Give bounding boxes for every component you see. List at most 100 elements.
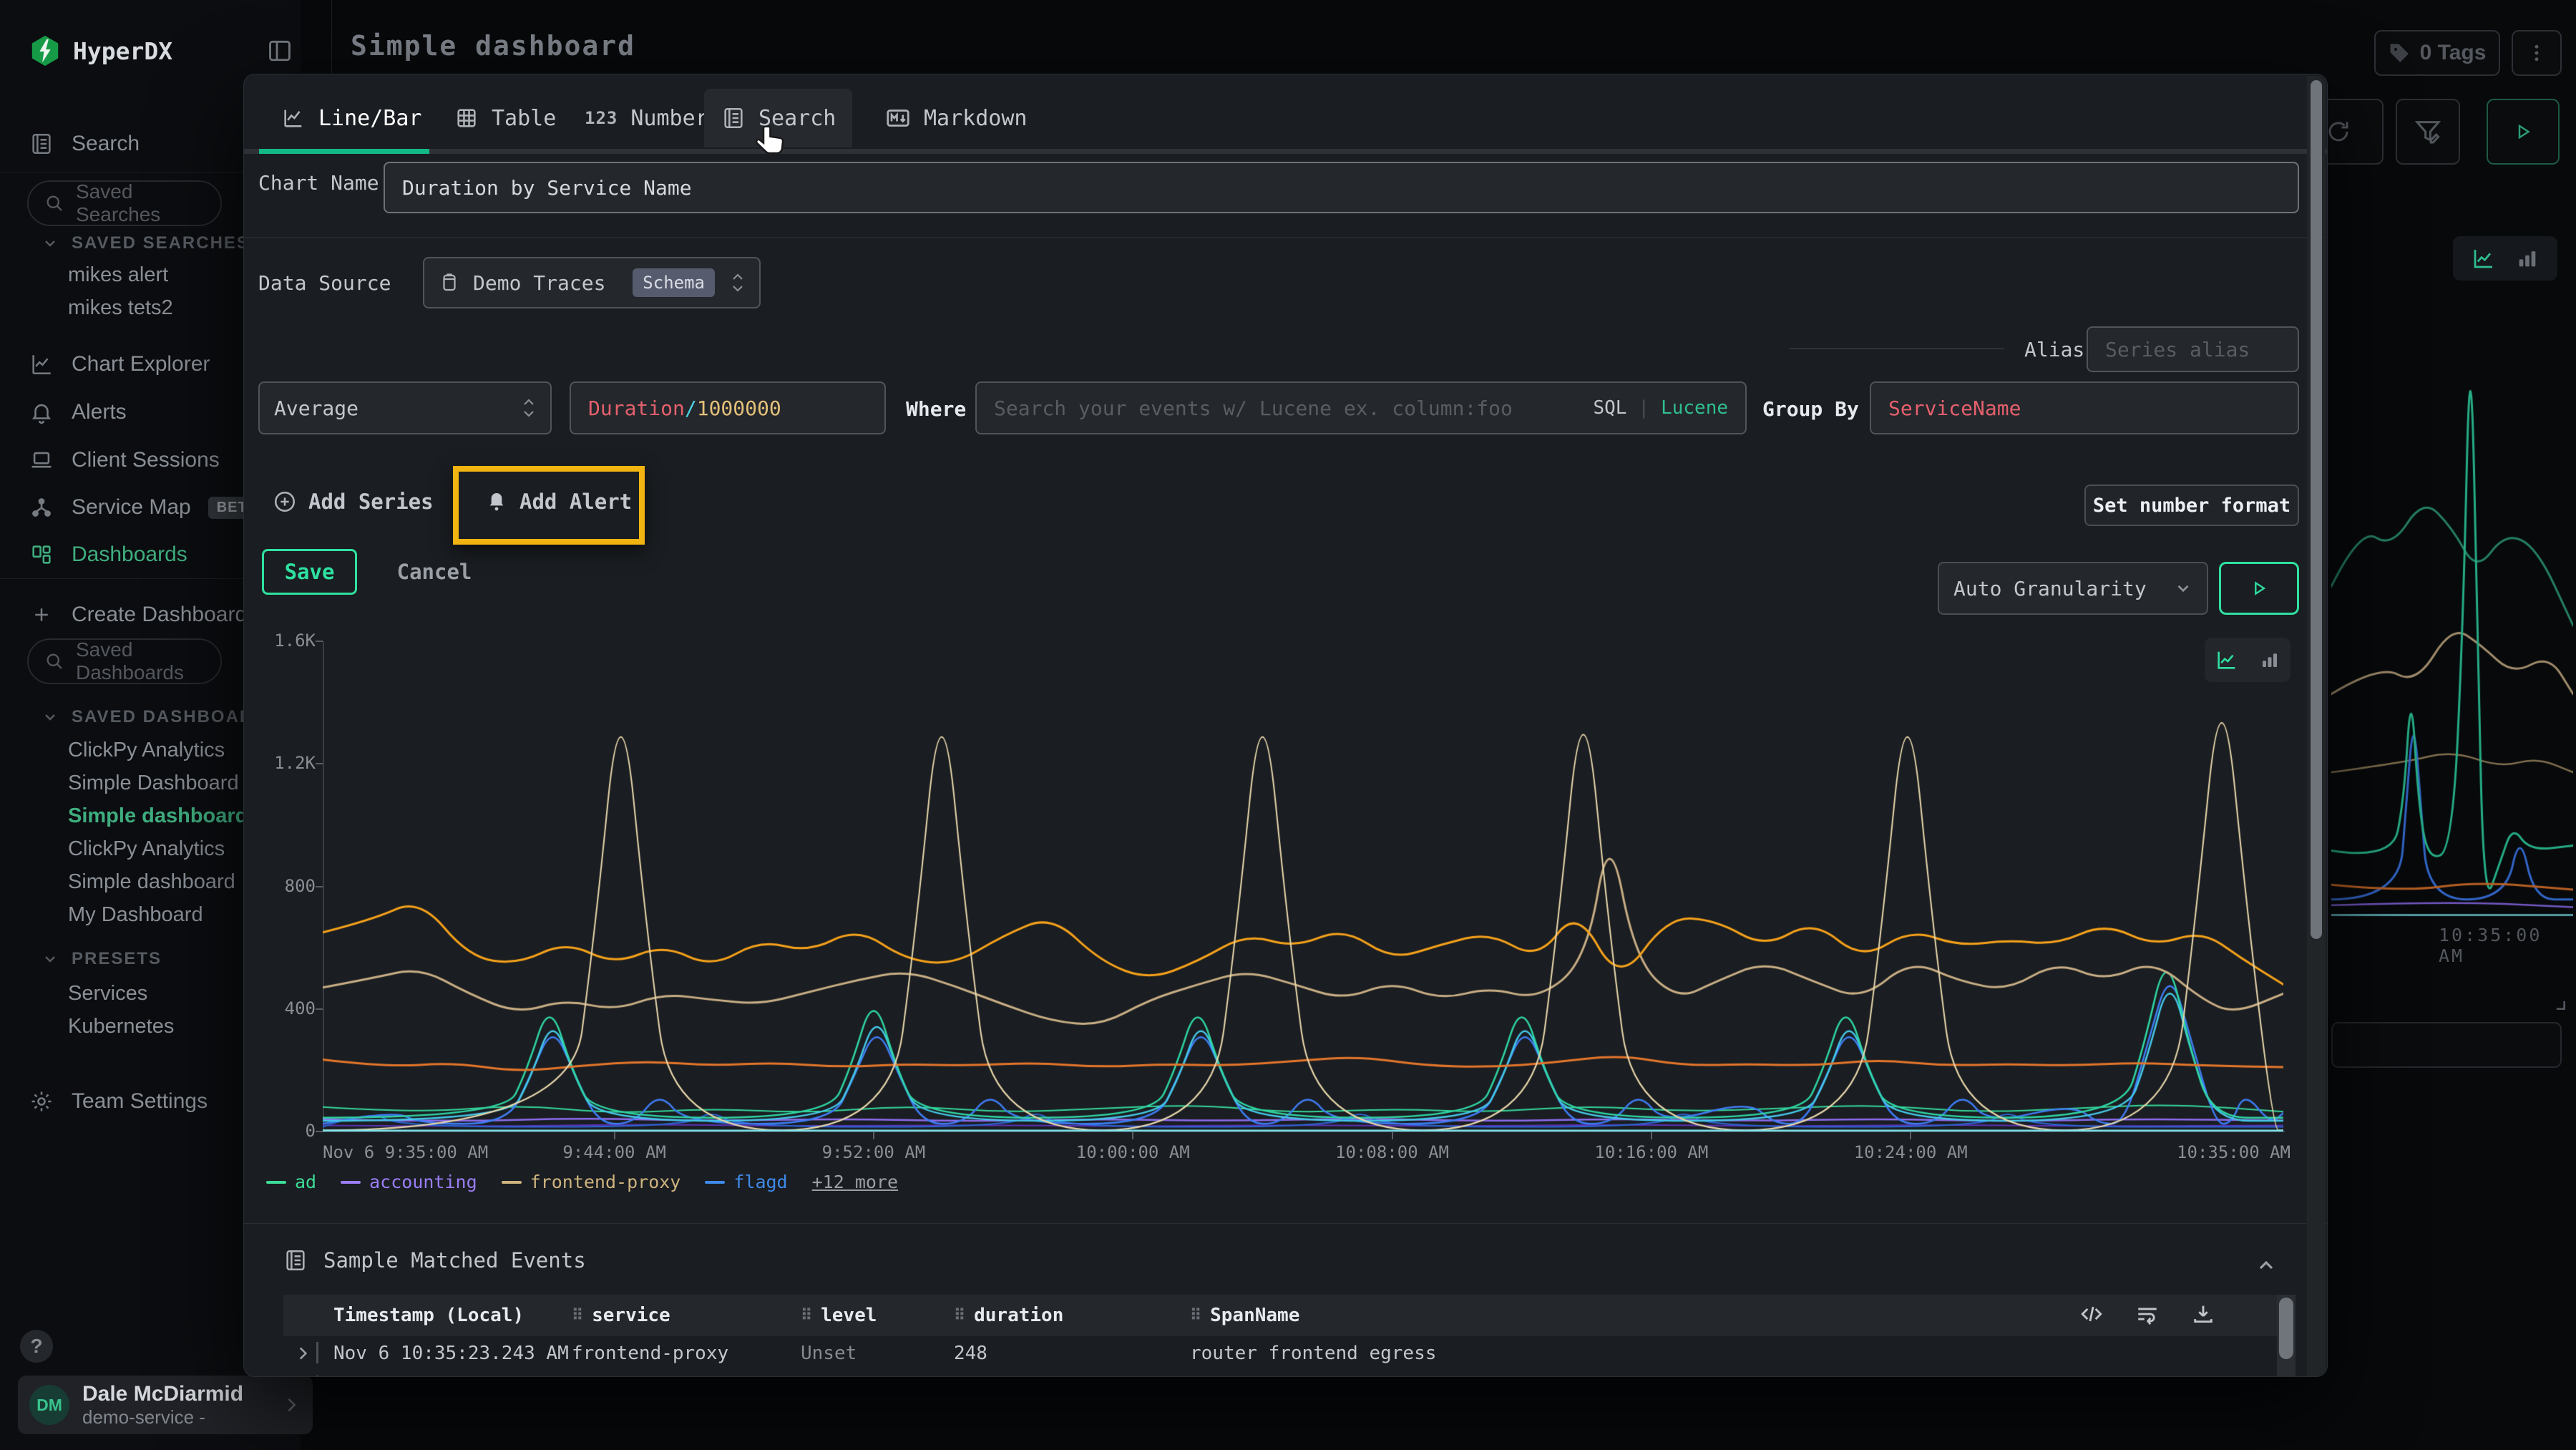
run-preview-button[interactable] (2219, 562, 2299, 615)
sql-mode-toggle[interactable]: SQL (1593, 397, 1626, 419)
saved-dashboard-item[interactable]: My Dashboard (68, 903, 203, 927)
presets-section[interactable]: PRESETS (42, 949, 162, 969)
saved-dashboard-item-active[interactable]: Simple dashboard (68, 804, 248, 828)
tab-number[interactable]: 123 Number (567, 89, 726, 147)
help-button[interactable]: ? (20, 1330, 53, 1363)
filter-edit-button[interactable] (2396, 99, 2460, 165)
modal-divider (244, 237, 2328, 238)
x-tick-label: 9:52:00 AM (822, 1142, 926, 1162)
hyperdx-logo-icon (29, 34, 62, 67)
background-search-input[interactable] (2331, 1022, 2562, 1068)
laptop-icon (29, 448, 54, 472)
cell-duration: 248 (954, 1343, 987, 1364)
saved-dashboard-item[interactable]: ClickPy Analytics (68, 739, 225, 762)
expand-row-icon[interactable] (293, 1344, 312, 1363)
table-scrollbar-thumb[interactable] (2279, 1298, 2293, 1359)
drag-handle-icon[interactable]: ⠿ (801, 1307, 812, 1325)
data-source-select[interactable]: Demo Traces Schema (423, 257, 761, 308)
page-title: Simple dashboard (351, 30, 635, 62)
collapse-sidebar-icon[interactable] (266, 37, 293, 64)
chevron-up-icon[interactable] (2255, 1254, 2278, 1277)
alias-label: Alias (2024, 338, 2084, 361)
run-query-button[interactable] (2487, 99, 2560, 165)
y-tick-mark (316, 763, 323, 764)
add-alert-button[interactable]: Add Alert (485, 490, 632, 514)
download-icon[interactable] (2191, 1302, 2215, 1326)
x-tick-mark (1392, 1132, 1393, 1139)
service-map-icon (29, 495, 54, 520)
line-chart-icon[interactable] (2471, 245, 2497, 271)
col-duration[interactable]: ⠿duration (954, 1305, 1063, 1326)
y-tick-label: 1.6K (274, 631, 316, 651)
saved-dashboards-input[interactable]: Saved Dashboards (27, 638, 222, 684)
drag-handle-icon[interactable]: ⠿ (1190, 1307, 1201, 1325)
aggregation-function-select[interactable]: Average (258, 381, 552, 434)
x-tick-mark (1651, 1132, 1652, 1139)
sample-events-header[interactable]: Sample Matched Events (283, 1248, 586, 1273)
where-search-field[interactable]: Search your events w/ Lucene ex. column:… (975, 381, 1747, 434)
code-view-icon[interactable] (2079, 1302, 2104, 1326)
wrap-text-icon[interactable] (2135, 1302, 2160, 1326)
duration-by-service-chart[interactable] (323, 641, 2283, 1132)
chart-name-field[interactable] (384, 162, 2299, 213)
legend-swatch (266, 1181, 286, 1184)
set-number-format-button[interactable]: Set number format (2084, 485, 2299, 526)
add-series-button[interactable]: Add Series (273, 490, 434, 514)
saved-search-item[interactable]: mikes tets2 (68, 296, 173, 320)
granularity-select[interactable]: Auto Granularity (1938, 562, 2208, 615)
legend-item[interactable]: flagd (705, 1172, 787, 1192)
user-menu[interactable]: DM Dale McDiarmid demo-service - (18, 1376, 313, 1434)
saved-searches-section[interactable]: SAVED SEARCHES (42, 233, 250, 253)
saved-searches-input[interactable]: Saved Searches (27, 180, 222, 226)
preset-item-kubernetes[interactable]: Kubernetes (68, 1015, 174, 1038)
events-list-icon (283, 1248, 308, 1273)
bar-chart-icon[interactable] (2515, 246, 2540, 271)
group-by-field[interactable]: ServiceName (1870, 381, 2299, 434)
brand-logo[interactable]: HyperDX (29, 34, 172, 67)
modal-scrollbar-thumb[interactable] (2311, 80, 2322, 939)
chart-name-input[interactable] (402, 163, 2280, 212)
legend-item[interactable]: ad (266, 1172, 316, 1192)
cell-timestamp: Nov 6 10:35:23.243 AM (333, 1343, 569, 1364)
legend-swatch (705, 1181, 725, 1184)
legend-item[interactable]: frontend-proxy (502, 1172, 681, 1192)
modal-scrollbar[interactable] (2307, 76, 2326, 1376)
drag-handle-icon[interactable]: ⠿ (572, 1307, 583, 1325)
legend-item[interactable]: accounting (341, 1172, 477, 1192)
y-tick-label: 1.2K (274, 753, 316, 773)
magnifier-icon (44, 193, 64, 213)
cell-spanname: router frontend egress (1190, 1376, 1436, 1378)
saved-dashboard-item[interactable]: Simple Dashboard (68, 772, 239, 795)
alias-input[interactable] (2105, 328, 2280, 371)
kebab-menu-button[interactable] (2512, 30, 2562, 76)
save-button[interactable]: Save (262, 549, 357, 595)
y-tick-mark (316, 1008, 323, 1010)
tab-table[interactable]: Table (437, 89, 573, 147)
table-row-partial[interactable]: Nov 6 10:35:23.243 AM frontend-proxy Uns… (283, 1370, 2280, 1377)
tab-markdown[interactable]: Markdown (868, 89, 1045, 147)
saved-dashboard-item[interactable]: Simple dashboard (68, 870, 235, 894)
col-service[interactable]: ⠿service (572, 1305, 670, 1326)
y-tick-mark (316, 886, 323, 887)
table-scrollbar[interactable] (2277, 1295, 2296, 1377)
col-timestamp[interactable]: Timestamp (Local) (333, 1305, 524, 1326)
tile-chart-type-toggle[interactable] (2453, 236, 2557, 281)
lucene-mode-toggle[interactable]: Lucene (1661, 397, 1728, 419)
saved-dashboard-item[interactable]: ClickPy Analytics (68, 837, 225, 861)
col-level[interactable]: ⠿level (801, 1305, 877, 1326)
y-tick-label: 800 (285, 876, 316, 896)
x-tick-label: 10:00:00 AM (1076, 1142, 1190, 1162)
table-row[interactable]: Nov 6 10:35:23.243 AM frontend-proxy Uns… (283, 1336, 2280, 1370)
aggregation-expression-field[interactable]: Duration/1000000 (570, 381, 886, 434)
legend-more-link[interactable]: +12 more (812, 1172, 898, 1192)
preset-item-services[interactable]: Services (68, 982, 147, 1006)
markdown-icon (885, 105, 911, 131)
col-spanname[interactable]: ⠿SpanName (1190, 1305, 1299, 1326)
tags-button[interactable]: 0 Tags (2374, 30, 2500, 76)
drag-handle-icon[interactable]: ⠿ (954, 1307, 965, 1325)
tab-line-bar[interactable]: Line/Bar (264, 89, 439, 147)
cancel-button[interactable]: Cancel (391, 549, 478, 595)
resize-handle-icon[interactable] (2549, 993, 2567, 1012)
alias-field[interactable] (2087, 326, 2299, 372)
saved-search-item[interactable]: mikes alert (68, 263, 168, 287)
